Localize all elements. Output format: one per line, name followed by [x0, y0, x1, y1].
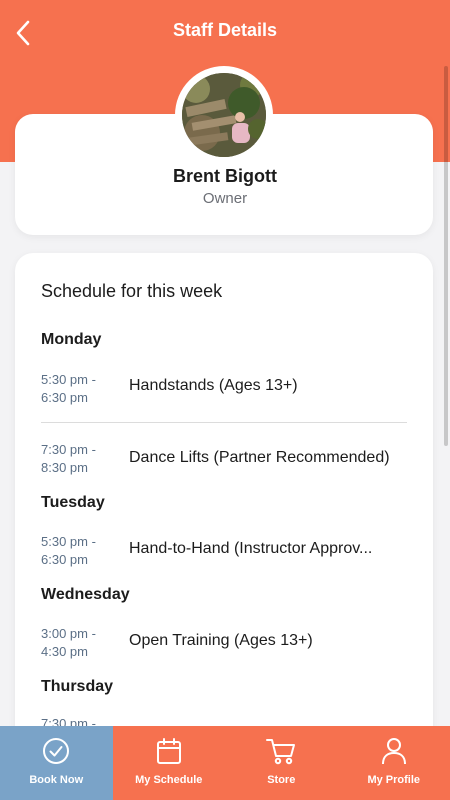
- staff-role: Owner: [202, 190, 248, 207]
- nav-label: My Schedule: [135, 774, 203, 786]
- cart-icon: [266, 736, 296, 766]
- nav-book-now[interactable]: Book Now: [0, 726, 113, 800]
- class-name[interactable]: Dance Lifts (Partner Recommended): [129, 449, 409, 467]
- day-heading: Monday: [41, 331, 102, 348]
- class-name[interactable]: Hand-to-Hand (Instructor Approv...: [129, 540, 409, 558]
- class-name[interactable]: Open Training (Ages 13+): [129, 632, 409, 650]
- bottom-nav: Book Now My Schedule Store My Profile: [0, 726, 450, 800]
- check-circle-icon: [41, 736, 71, 766]
- nav-my-schedule[interactable]: My Schedule: [113, 726, 226, 800]
- divider: [41, 422, 407, 423]
- nav-store[interactable]: Store: [225, 726, 338, 800]
- avatar: [175, 66, 273, 164]
- class-time: 5:30 pm - 6:30 pm: [41, 372, 96, 405]
- scrollbar[interactable]: [444, 66, 448, 446]
- class-name[interactable]: Handstands (Ages 13+): [129, 377, 409, 395]
- nav-label: Store: [267, 774, 296, 786]
- day-heading: Thursday: [41, 678, 114, 695]
- nav-label: Book Now: [29, 774, 84, 786]
- schedule-title: Schedule for this week: [41, 281, 223, 301]
- day-heading: Wednesday: [41, 586, 130, 603]
- calendar-icon: [154, 736, 184, 766]
- page-title: Staff Details: [172, 20, 278, 40]
- staff-photo: [182, 73, 266, 157]
- nav-my-profile[interactable]: My Profile: [338, 726, 450, 800]
- class-time: 7:30 pm - 8:30 pm: [41, 442, 96, 475]
- staff-name: Brent Bigott: [173, 166, 277, 186]
- class-time: 5:30 pm - 6:30 pm: [41, 534, 96, 567]
- day-heading: Tuesday: [41, 494, 105, 511]
- nav-label: My Profile: [367, 774, 421, 786]
- class-time: 3:00 pm - 4:30 pm: [41, 626, 96, 659]
- person-icon: [379, 736, 409, 766]
- schedule-card: Schedule for this week Monday 5:30 pm - …: [15, 253, 433, 753]
